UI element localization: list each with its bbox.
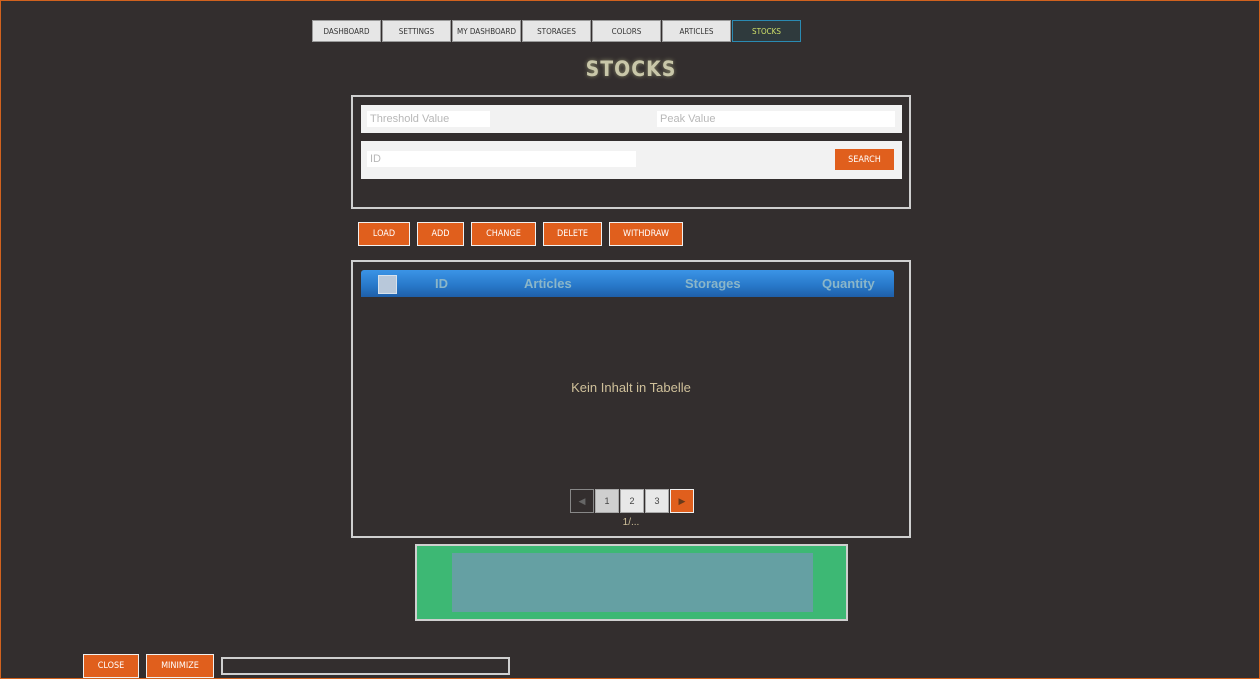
- load-button[interactable]: LOAD: [358, 222, 410, 246]
- stocks-table-panel: ID Articles Storages Quantity Kein Inhal…: [351, 260, 911, 538]
- column-header-id[interactable]: ID: [435, 276, 448, 291]
- select-all-checkbox[interactable]: [378, 275, 397, 294]
- page-3-button[interactable]: 3: [645, 489, 669, 513]
- close-button[interactable]: CLOSE: [83, 654, 139, 678]
- empty-table-message: Kein Inhalt in Tabelle: [571, 380, 691, 395]
- peak-value-input[interactable]: [657, 111, 895, 127]
- withdraw-button[interactable]: WITHDRAW: [609, 222, 683, 246]
- page-title: STOCKS: [585, 57, 677, 81]
- page-1-button[interactable]: 1: [595, 489, 619, 513]
- filter-row-id: SEARCH: [361, 141, 902, 179]
- footer-bar: [221, 657, 510, 675]
- filter-row-values: [361, 105, 902, 133]
- search-button[interactable]: SEARCH: [835, 149, 894, 170]
- prev-page-button[interactable]: ◀: [570, 489, 594, 513]
- threshold-value-input[interactable]: [367, 111, 490, 127]
- table-header: ID Articles Storages Quantity: [361, 270, 894, 297]
- minimize-button[interactable]: MINIMIZE: [146, 654, 214, 678]
- change-button[interactable]: CHANGE: [471, 222, 536, 246]
- status-panel-content: [452, 553, 813, 612]
- tab-stocks[interactable]: STOCKS: [732, 20, 801, 42]
- tab-storages[interactable]: STORAGES: [522, 20, 591, 42]
- pagination: ◀ 1 2 3 ▶: [570, 489, 694, 513]
- tab-dashboard[interactable]: DASHBOARD: [312, 20, 381, 42]
- next-page-button[interactable]: ▶: [670, 489, 694, 513]
- status-panel: [415, 544, 848, 621]
- tab-colors[interactable]: COLORS: [592, 20, 661, 42]
- column-header-quantity[interactable]: Quantity: [822, 276, 875, 291]
- tab-bar: DASHBOARD SETTINGS MY DASHBOARD STORAGES…: [312, 20, 801, 42]
- column-header-storages[interactable]: Storages: [685, 276, 741, 291]
- page-info: 1/...: [622, 517, 640, 528]
- tab-settings[interactable]: SETTINGS: [382, 20, 451, 42]
- id-input[interactable]: [367, 151, 636, 167]
- column-header-articles[interactable]: Articles: [524, 276, 572, 291]
- tab-my-dashboard[interactable]: MY DASHBOARD: [452, 20, 521, 42]
- page-2-button[interactable]: 2: [620, 489, 644, 513]
- tab-articles[interactable]: ARTICLES: [662, 20, 731, 42]
- filter-panel: SEARCH: [351, 95, 911, 209]
- action-toolbar: LOAD ADD CHANGE DELETE WITHDRAW: [358, 222, 683, 246]
- delete-button[interactable]: DELETE: [543, 222, 602, 246]
- add-button[interactable]: ADD: [417, 222, 464, 246]
